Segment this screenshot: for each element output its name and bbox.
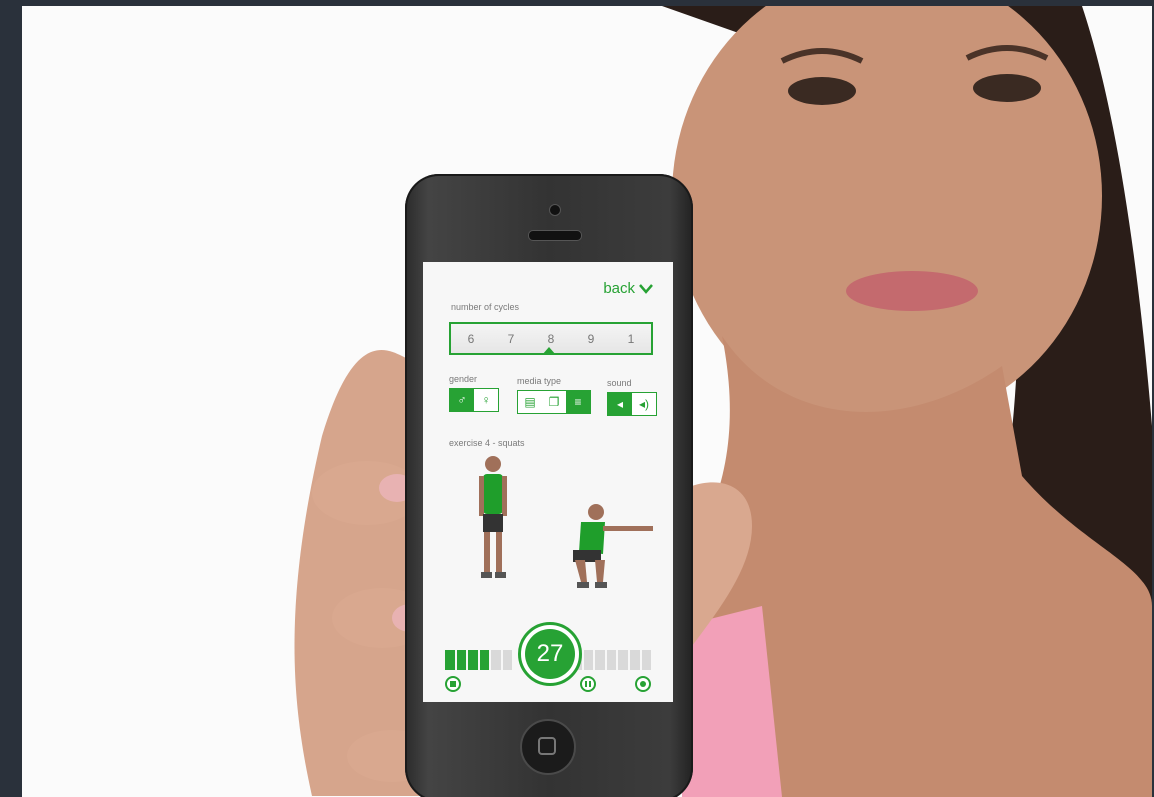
stop-icon [450,681,456,687]
gender-toggle[interactable]: ♂ ♀ [449,388,499,412]
photo: back number of cycles 6 7 8 9 1 gender ♂… [22,6,1152,797]
male-icon[interactable]: ♂ [450,389,474,411]
sound-label: sound [607,378,632,388]
cycle-option[interactable]: 9 [588,332,595,346]
back-button[interactable]: back [603,280,653,297]
cycle-option[interactable]: 7 [508,332,515,346]
sound-off-icon[interactable]: ◂ [608,393,632,415]
back-label: back [603,280,635,297]
stop-button[interactable] [445,676,461,692]
progress-segment [468,650,478,670]
media-type-label: media type [517,376,562,386]
speaker-grille [528,230,582,241]
female-icon[interactable]: ♀ [474,389,498,411]
restart-icon [640,681,646,687]
progress-segment [583,650,594,670]
progress-segment [456,650,467,670]
countdown-timer: 27 [518,622,582,686]
cycle-option[interactable]: 6 [468,332,475,346]
chevron-down-icon [639,283,653,294]
cycles-label: number of cycles [451,302,520,312]
app-screen: back number of cycles 6 7 8 9 1 gender ♂… [423,262,673,702]
progress-segment [618,650,628,670]
restart-button[interactable] [635,676,651,692]
progress-segment [595,650,605,670]
text-icon[interactable]: ≡ [566,391,590,413]
progress-segment [502,650,513,670]
progress-segment [445,650,455,670]
video-icon[interactable]: ▤ [518,391,542,413]
progress-segment [630,650,640,670]
timer-value: 27 [525,629,575,679]
gender-label: gender [449,374,478,384]
progress-segment [491,650,501,670]
sound-on-icon[interactable]: ◂) [632,393,656,415]
progress-segment [606,650,617,670]
progress-segment [641,650,652,670]
picker-indicator [542,347,556,355]
cycle-option-selected[interactable]: 8 [548,332,555,346]
sound-toggle[interactable]: ◂ ◂) [607,392,657,416]
camera-icon [549,204,561,216]
home-button[interactable] [520,719,576,775]
images-icon[interactable]: ❐ [542,391,566,413]
media-type-toggle[interactable]: ▤ ❐ ≡ [517,390,591,414]
pause-icon [585,681,587,687]
progress-segment [479,650,490,670]
smartphone: back number of cycles 6 7 8 9 1 gender ♂… [405,174,693,797]
cycle-option[interactable]: 1 [628,332,635,346]
pause-button[interactable] [580,676,596,692]
squat-illustration [479,456,653,588]
home-square-icon [538,737,556,755]
